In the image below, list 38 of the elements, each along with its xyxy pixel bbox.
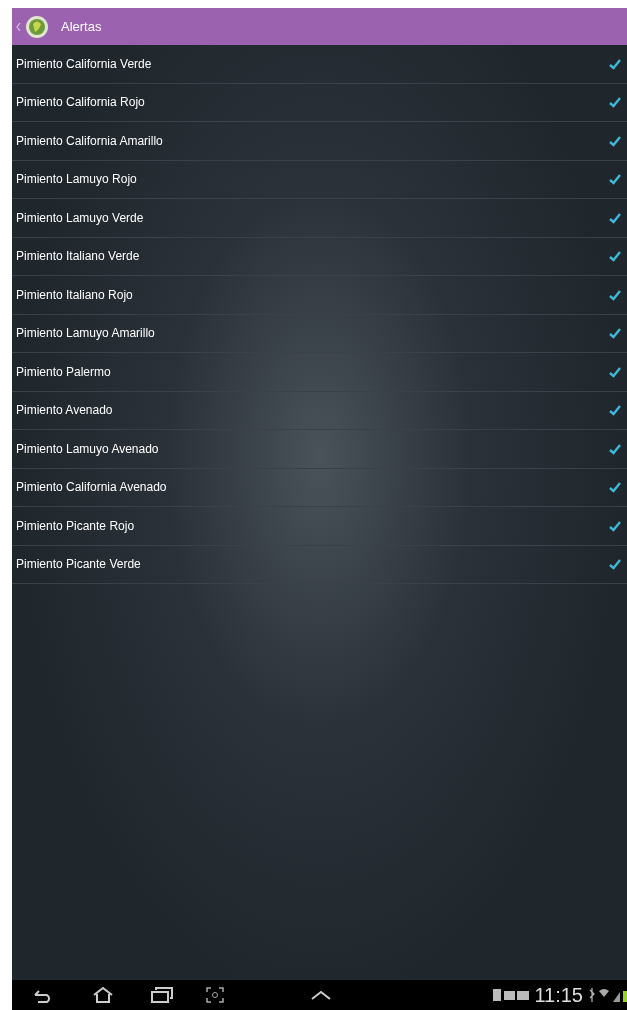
checkmark-icon[interactable] (609, 481, 621, 494)
home-icon[interactable] (92, 986, 114, 1004)
list-item[interactable]: Pimiento Lamuyo Amarillo (12, 314, 627, 353)
checkmark-icon[interactable] (609, 96, 621, 109)
list-item[interactable]: Pimiento California Avenado (12, 468, 627, 507)
checkmark-icon[interactable] (609, 211, 621, 224)
screen-title: Alertas (61, 17, 102, 36)
checkmark-icon[interactable] (609, 288, 621, 301)
checkmark-icon[interactable] (609, 250, 621, 263)
checkmark-icon[interactable] (609, 134, 621, 147)
list-item[interactable]: Pimiento Lamuyo Avenado (12, 430, 627, 469)
list-item[interactable]: Pimiento Avenado (12, 391, 627, 430)
recent-apps-icon[interactable] (150, 986, 174, 1004)
screenshot-icon[interactable] (206, 987, 224, 1003)
back-caret-icon[interactable] (16, 21, 21, 32)
list-item[interactable]: Pimiento California Rojo (12, 83, 627, 122)
checkmark-icon[interactable] (609, 173, 621, 186)
checkmark-icon[interactable] (609, 327, 621, 340)
list-item[interactable]: Pimiento Picante Rojo (12, 507, 627, 546)
list-item[interactable]: Pimiento Italiano Verde (12, 237, 627, 276)
checkmark-icon[interactable] (609, 365, 621, 378)
list-item[interactable]: Pimiento Picante Verde (12, 545, 627, 584)
list-item[interactable]: Pimiento Italiano Rojo (12, 276, 627, 315)
checkmark-icon[interactable] (609, 558, 621, 571)
checkmark-icon[interactable] (609, 57, 621, 70)
notification-icons (492, 988, 531, 1002)
list-item[interactable]: Pimiento Lamuyo Verde (12, 199, 627, 238)
status-icons (587, 987, 627, 1003)
app-logo-icon[interactable] (25, 14, 49, 39)
list-item[interactable]: Pimiento Palermo (12, 353, 627, 392)
clock-time: 11:15 (534, 985, 583, 1005)
list-item[interactable]: Pimiento California Verde (12, 45, 627, 84)
list-item[interactable]: Pimiento California Amarillo (12, 122, 627, 161)
checkmark-icon[interactable] (609, 519, 621, 532)
checkmark-icon[interactable] (609, 442, 621, 455)
checkmark-icon[interactable] (609, 404, 621, 417)
list-item[interactable]: Pimiento Lamuyo Rojo (12, 160, 627, 199)
up-caret-icon[interactable] (310, 990, 332, 1000)
